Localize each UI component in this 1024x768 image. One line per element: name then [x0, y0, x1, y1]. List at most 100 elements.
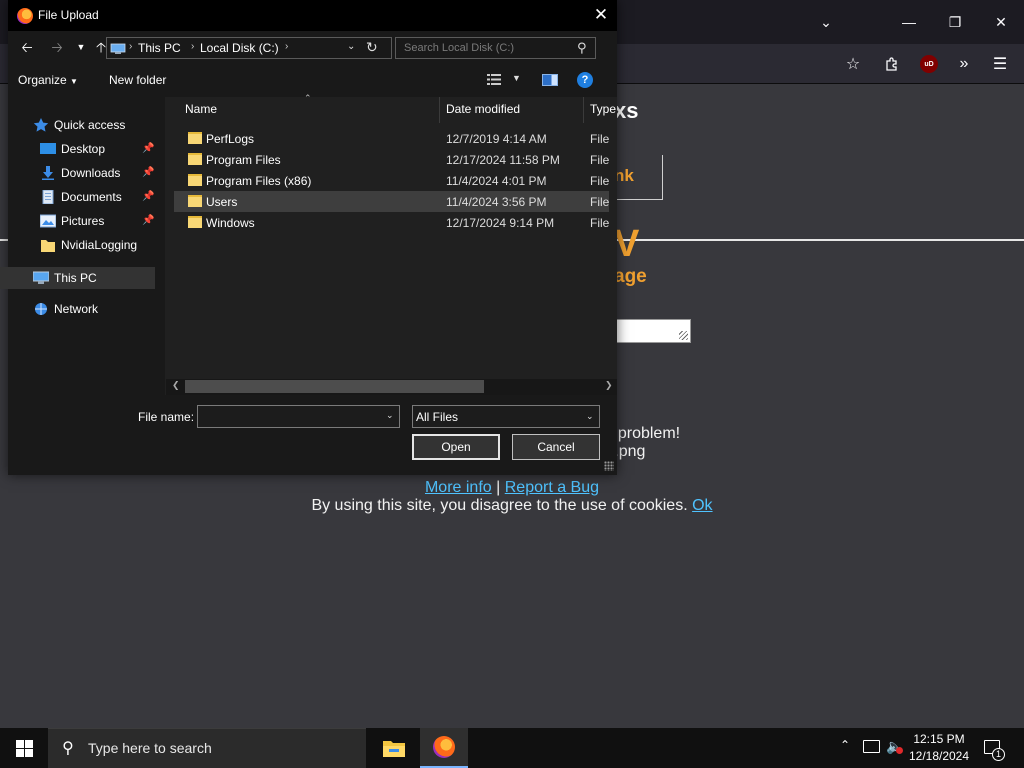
close-window-button[interactable]: ✕: [978, 0, 1024, 44]
preview-pane-icon[interactable]: [542, 74, 558, 86]
file-name: Program Files (x86): [206, 174, 312, 188]
folder-icon: [188, 216, 202, 228]
open-button[interactable]: Open: [412, 434, 500, 460]
bookmark-star-icon[interactable]: ☆: [839, 50, 867, 78]
more-info-link[interactable]: More info: [425, 479, 492, 496]
link-separator: |: [496, 479, 501, 496]
nav-item-documents[interactable]: Documents: [40, 186, 122, 208]
file-name: Program Files: [206, 153, 281, 167]
table-row[interactable]: Program Files (x86) 11/4/2024 4:01 PM Fi…: [174, 170, 609, 191]
scroll-left-arrow-icon[interactable]: ❮: [172, 380, 180, 391]
column-header-name[interactable]: Name: [185, 102, 217, 116]
folder-icon: [188, 174, 202, 186]
column-divider[interactable]: [583, 97, 584, 123]
command-bar: [8, 64, 617, 97]
paste-textarea[interactable]: [614, 319, 691, 343]
breadcrumb-separator-icon[interactable]: ›: [191, 41, 194, 52]
download-icon: [42, 166, 54, 180]
table-row[interactable]: Windows 12/17/2024 9:14 PM File folder: [174, 212, 609, 233]
cookie-ok-link[interactable]: Ok: [692, 497, 712, 514]
subheading-fragment: age: [614, 266, 647, 287]
list-all-tabs-chevron-icon[interactable]: ⌄: [803, 0, 849, 44]
notification-count-badge: 1: [992, 748, 1005, 761]
file-type: File folder: [590, 153, 609, 167]
nav-item-quick-access[interactable]: Quick access: [33, 114, 125, 136]
nav-item-pictures[interactable]: Pictures: [40, 210, 104, 232]
view-options-chevron-icon[interactable]: ▼: [512, 73, 521, 83]
breadcrumb-local-disk[interactable]: Local Disk (C:): [200, 41, 279, 55]
address-bar[interactable]: › This PC › Local Disk (C:) › ⌄ ↻: [106, 37, 392, 59]
nav-item-network[interactable]: Network: [33, 298, 98, 320]
pin-icon[interactable]: 📌: [142, 191, 154, 202]
extensions-puzzle-icon[interactable]: [878, 50, 906, 78]
search-icon: ⚲: [62, 740, 74, 757]
table-row-selected[interactable]: Users 11/4/2024 3:56 PM File folder: [174, 191, 609, 212]
minimize-window-button[interactable]: —: [886, 0, 932, 44]
clock-date[interactable]: 12/18/2024: [900, 749, 978, 763]
column-header-date-modified[interactable]: Date modified: [446, 102, 520, 116]
file-date: 12/7/2019 4:14 AM: [446, 132, 547, 146]
pin-icon[interactable]: 📌: [142, 143, 154, 154]
address-history-chevron-icon[interactable]: ⌄: [347, 41, 355, 52]
file-name-history-chevron-icon[interactable]: ⌄: [386, 410, 394, 421]
table-row[interactable]: Program Files 12/17/2024 11:58 PM File f…: [174, 149, 609, 170]
scrollbar-thumb[interactable]: [185, 380, 484, 393]
scroll-right-arrow-icon[interactable]: ❯: [605, 380, 613, 391]
file-type-value: All Files: [416, 410, 459, 424]
taskbar-firefox[interactable]: [420, 728, 468, 768]
chevron-down-icon: ⌄: [586, 411, 594, 421]
breadcrumb-this-pc[interactable]: This PC: [138, 41, 181, 55]
report-bug-link[interactable]: Report a Bug: [505, 479, 599, 496]
show-hidden-icons-chevron-icon[interactable]: ⌃: [840, 738, 850, 752]
recent-locations-chevron-icon[interactable]: ▼: [72, 37, 90, 57]
taskbar-search-placeholder: Type here to search: [88, 740, 212, 756]
ublock-origin-icon[interactable]: uD: [915, 50, 943, 78]
resize-grip-icon[interactable]: [604, 461, 614, 471]
cancel-button[interactable]: Cancel: [512, 434, 600, 460]
clock-time[interactable]: 12:15 PM: [900, 732, 978, 746]
cookie-notice: By using this site, you disagree to the …: [0, 497, 1024, 515]
star-icon: [33, 118, 49, 132]
organize-button[interactable]: Organize ▼: [18, 73, 78, 87]
hamburger-menu-icon[interactable]: ☰: [986, 50, 1014, 78]
breadcrumb-separator-icon[interactable]: ›: [129, 41, 132, 52]
pin-icon[interactable]: 📌: [142, 167, 154, 178]
nav-item-label: This PC: [54, 271, 97, 285]
file-date: 12/17/2024 11:58 PM: [446, 153, 560, 167]
help-icon[interactable]: ?: [577, 72, 593, 88]
nav-item-label: Quick access: [54, 118, 126, 132]
nav-item-this-pc[interactable]: This PC: [33, 267, 97, 289]
nav-item-desktop[interactable]: Desktop: [40, 138, 105, 160]
file-type-select[interactable]: All Files ⌄: [412, 405, 600, 428]
search-icon[interactable]: ⚲: [577, 40, 587, 56]
organize-label: Organize: [18, 73, 67, 87]
nav-item-nvidialogging[interactable]: NvidiaLogging: [40, 234, 137, 256]
refresh-icon[interactable]: ↻: [366, 39, 378, 56]
firefox-logo-icon: [17, 8, 33, 24]
column-divider[interactable]: [439, 97, 440, 123]
network-status-icon[interactable]: [863, 740, 880, 753]
start-button[interactable]: [0, 728, 48, 768]
breadcrumb-separator-icon[interactable]: ›: [285, 41, 288, 52]
file-name: Users: [206, 195, 238, 209]
sort-ascending-caret-icon: ⌃: [304, 93, 312, 103]
taskbar-file-explorer[interactable]: [370, 728, 418, 768]
new-folder-button[interactable]: New folder: [109, 73, 166, 87]
nav-item-downloads[interactable]: Downloads: [40, 162, 120, 184]
overflow-menu-chevrons-icon[interactable]: »: [950, 50, 978, 78]
column-header-type[interactable]: Type: [590, 102, 616, 116]
file-date: 11/4/2024 3:56 PM: [446, 195, 547, 209]
footer-links: More info | Report a Bug: [0, 479, 1024, 497]
search-box[interactable]: Search Local Disk (C:) ⚲: [395, 37, 596, 59]
pin-icon[interactable]: 📌: [142, 215, 154, 226]
back-arrow-icon[interactable]: 🡠: [18, 37, 36, 57]
file-type: File folder: [590, 216, 609, 230]
nav-item-label: Pictures: [61, 214, 105, 228]
table-row[interactable]: PerfLogs 12/7/2019 4:14 AM File folder: [174, 128, 609, 149]
nav-item-label: NvidiaLogging: [61, 238, 138, 252]
view-options-icon[interactable]: [487, 74, 501, 85]
forward-arrow-icon[interactable]: 🡢: [48, 37, 66, 57]
dialog-close-icon[interactable]: ✕: [590, 4, 612, 26]
file-name-input[interactable]: [197, 405, 400, 428]
restore-window-button[interactable]: ❐: [932, 0, 978, 44]
